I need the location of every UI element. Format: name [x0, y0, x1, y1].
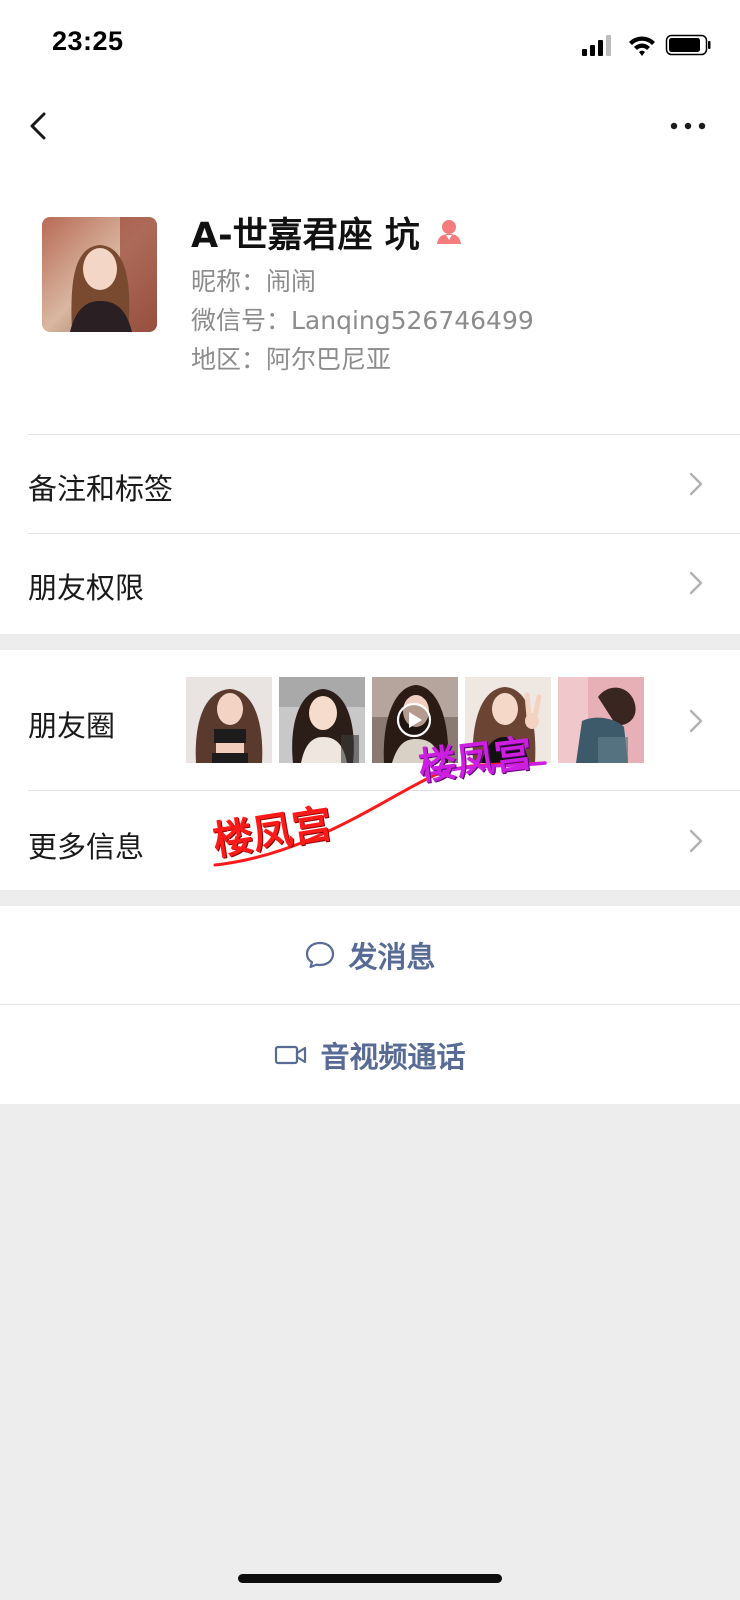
avatar-photo [42, 217, 157, 332]
moments-photo-5-image [558, 677, 644, 763]
chevron-left-icon [30, 112, 46, 140]
av-call-label: 音视频通话 [320, 1039, 466, 1074]
cellular-signal-icon [582, 35, 611, 56]
friend-permissions-label: 朋友权限 [28, 571, 145, 605]
wechat-id-line: 微信号：Lanqing526746499 [191, 306, 534, 335]
more-dots-icon [670, 122, 706, 130]
send-message-button[interactable]: 发消息 [0, 906, 740, 1004]
wifi-icon [629, 36, 655, 56]
more-options-button[interactable] [664, 112, 712, 146]
chevron-right-icon [689, 709, 703, 733]
video-camera-icon [275, 1045, 307, 1064]
more-info-label: 更多信息 [28, 830, 145, 864]
profile-name: A-世嘉君座 坑 [191, 215, 420, 256]
region-line: 地区：阿尔巴尼亚 [191, 345, 392, 374]
chevron-right-icon [689, 472, 703, 496]
nickname-line: 昵称：闹闹 [191, 267, 317, 296]
status-icons [572, 32, 712, 58]
back-button[interactable] [22, 104, 58, 148]
battery-icon [665, 34, 711, 56]
avatar[interactable] [42, 217, 157, 332]
chevron-right-icon [689, 829, 703, 853]
remark-tags-label: 备注和标签 [28, 472, 174, 506]
send-message-label: 发消息 [348, 940, 436, 974]
chat-bubble-icon [306, 941, 335, 969]
profile-name-row: A-世嘉君座 坑 [191, 208, 464, 256]
home-indicator[interactable] [238, 1574, 502, 1583]
av-call-button[interactable]: 音视频通话 [0, 1005, 740, 1104]
female-person-icon [436, 220, 461, 244]
moments-label: 朋友圈 [28, 709, 116, 743]
moments-photo-5 [558, 677, 644, 763]
status-time: 23:25 [52, 26, 124, 56]
chevron-right-icon [689, 571, 703, 595]
signal-wifi-battery-icons [582, 34, 711, 56]
